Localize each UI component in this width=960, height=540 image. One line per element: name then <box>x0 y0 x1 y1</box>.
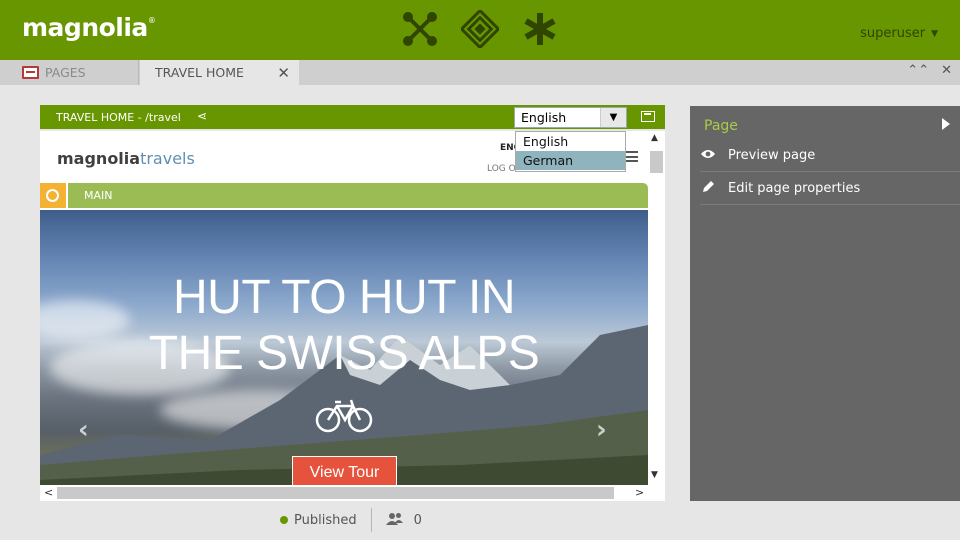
language-option-english[interactable]: English <box>516 132 625 151</box>
logo-text: magnolia <box>22 13 148 42</box>
apps-launcher-icon[interactable] <box>401 10 439 48</box>
favorites-icon[interactable] <box>521 10 559 48</box>
action-section-title[interactable]: Page <box>704 118 738 134</box>
carousel-prev-arrow[interactable]: ‹ <box>78 415 89 445</box>
page-preview-canvas[interactable]: magnoliatravels ENG LOG O MAIN HUT TO HU… <box>40 131 648 485</box>
tab-travel-home[interactable]: TRAVEL HOME ✕ <box>140 60 299 85</box>
hero-title: HUT TO HUT IN THE SWISS ALPS <box>40 270 648 382</box>
edit-page-properties-action[interactable]: Edit page properties <box>700 173 960 205</box>
preview-page-action[interactable]: Preview page <box>700 140 960 172</box>
close-icon[interactable]: ✕ <box>277 64 290 82</box>
chevron-down-icon: ▼ <box>931 28 938 39</box>
tab-bar: PAGES TRAVEL HOME ✕ ⌃⌃ ✕ <box>0 60 960 85</box>
tab-travel-home-label: TRAVEL HOME <box>155 65 244 80</box>
pencil-icon <box>700 180 716 198</box>
share-icon[interactable]: ⋖ <box>197 109 207 123</box>
page-breadcrumb: TRAVEL HOME - /travel <box>56 111 181 124</box>
edit-page-properties-label: Edit page properties <box>728 181 861 196</box>
vertical-scrollbar[interactable]: ▲ ▼ <box>648 131 665 485</box>
language-select-value: English <box>521 110 567 125</box>
hero-title-line-1: HUT TO HUT IN <box>173 271 516 324</box>
main-area-label: MAIN <box>68 183 648 208</box>
users-count: 0 <box>413 512 422 528</box>
collapse-up-icon[interactable]: ⌃⌃ <box>907 63 929 78</box>
view-tour-button[interactable]: View Tour <box>292 456 397 485</box>
language-option-german[interactable]: German <box>516 151 625 170</box>
pulse-icon[interactable] <box>459 8 501 50</box>
main-area-bar[interactable]: MAIN <box>40 183 648 208</box>
tab-pages[interactable]: PAGES <box>0 60 139 85</box>
collapse-arrow-icon[interactable] <box>942 118 950 130</box>
users-icon <box>385 512 404 529</box>
status-bar: Published 0 <box>280 508 422 532</box>
publish-status: Published <box>294 512 357 528</box>
site-logo-main: magnolia <box>57 149 141 168</box>
top-bar: magnolia® superuser ▼ <box>0 0 960 60</box>
scroll-down-icon[interactable]: ▼ <box>651 470 658 480</box>
bicycle-icon <box>315 399 373 433</box>
hero-title-line-2: THE SWISS ALPS <box>148 327 540 380</box>
status-divider <box>370 508 372 532</box>
vertical-scroll-thumb[interactable] <box>650 151 663 173</box>
hero-image: HUT TO HUT IN THE SWISS ALPS ‹ › View To… <box>40 210 648 485</box>
status-dot-icon <box>280 516 288 524</box>
pages-app-icon <box>22 66 39 79</box>
close-all-icon[interactable]: ✕ <box>941 63 952 78</box>
horizontal-scrollbar[interactable]: < > <box>40 485 648 501</box>
hamburger-menu-icon[interactable] <box>624 151 638 162</box>
language-dropdown-menu: English German <box>515 131 626 172</box>
action-bar: Page Preview page Edit page properties <box>690 106 960 501</box>
scroll-right-icon[interactable]: > <box>635 486 644 499</box>
magnolia-logo[interactable]: magnolia® <box>22 13 156 42</box>
carousel-next-arrow[interactable]: › <box>596 415 607 445</box>
eye-icon <box>700 148 716 163</box>
site-logout-link[interactable]: LOG O <box>487 164 516 174</box>
scrollbar-corner <box>648 485 665 501</box>
site-logo[interactable]: magnoliatravels <box>57 149 195 168</box>
user-menu[interactable]: superuser ▼ <box>860 26 938 41</box>
area-marker-icon[interactable] <box>40 183 66 208</box>
horizontal-scroll-thumb[interactable] <box>57 487 614 499</box>
scroll-up-icon[interactable]: ▲ <box>651 133 658 143</box>
fullscreen-icon[interactable] <box>641 111 655 122</box>
scroll-left-icon[interactable]: < <box>44 486 53 499</box>
chevron-down-icon[interactable]: ▼ <box>600 108 626 127</box>
site-logo-sub: travels <box>140 149 195 168</box>
user-name: superuser <box>860 26 926 41</box>
registered-mark: ® <box>147 16 156 25</box>
tabbar-tools: ⌃⌃ ✕ <box>895 63 952 78</box>
tab-pages-label: PAGES <box>45 65 86 80</box>
preview-page-label: Preview page <box>728 148 816 163</box>
language-select[interactable]: English ▼ <box>514 107 627 128</box>
